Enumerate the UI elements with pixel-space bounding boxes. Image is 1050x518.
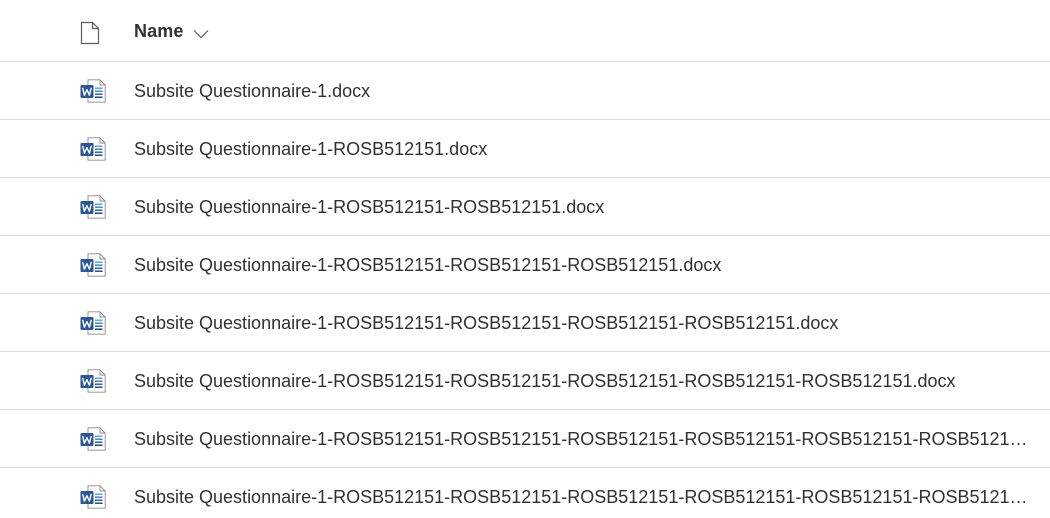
list-header: Name bbox=[0, 0, 1050, 62]
word-document-icon bbox=[80, 253, 106, 277]
file-list: Name Subsite Questionnaire-1.docx Subsit… bbox=[0, 0, 1050, 518]
document-outline-icon[interactable] bbox=[80, 21, 100, 45]
name-column-header[interactable]: Name bbox=[134, 0, 209, 62]
file-row[interactable]: Subsite Questionnaire-1-ROSB512151-ROSB5… bbox=[0, 352, 1050, 410]
file-row[interactable]: Subsite Questionnaire-1-ROSB512151-ROSB5… bbox=[0, 236, 1050, 294]
file-name[interactable]: Subsite Questionnaire-1-ROSB512151-ROSB5… bbox=[134, 468, 1032, 518]
file-name[interactable]: Subsite Questionnaire-1-ROSB512151-ROSB5… bbox=[134, 236, 1032, 294]
chevron-down-icon[interactable] bbox=[193, 26, 209, 39]
name-column-label: Name bbox=[134, 20, 184, 41]
file-name[interactable]: Subsite Questionnaire-1-ROSB512151.docx bbox=[134, 120, 1032, 178]
word-document-icon bbox=[80, 195, 106, 219]
file-row[interactable]: Subsite Questionnaire-1-ROSB512151.docx bbox=[0, 120, 1050, 178]
file-name[interactable]: Subsite Questionnaire-1-ROSB512151-ROSB5… bbox=[134, 294, 1032, 352]
file-row[interactable]: Subsite Questionnaire-1-ROSB512151-ROSB5… bbox=[0, 178, 1050, 236]
file-name[interactable]: Subsite Questionnaire-1-ROSB512151-ROSB5… bbox=[134, 410, 1032, 468]
file-name[interactable]: Subsite Questionnaire-1-ROSB512151-ROSB5… bbox=[134, 178, 1032, 236]
file-row[interactable]: Subsite Questionnaire-1.docx bbox=[0, 62, 1050, 120]
word-document-icon bbox=[80, 485, 106, 509]
file-row[interactable]: Subsite Questionnaire-1-ROSB512151-ROSB5… bbox=[0, 410, 1050, 468]
word-document-icon bbox=[80, 79, 106, 103]
word-document-icon bbox=[80, 369, 106, 393]
file-row[interactable]: Subsite Questionnaire-1-ROSB512151-ROSB5… bbox=[0, 294, 1050, 352]
file-name[interactable]: Subsite Questionnaire-1-ROSB512151-ROSB5… bbox=[134, 352, 1032, 410]
file-name[interactable]: Subsite Questionnaire-1.docx bbox=[134, 62, 1032, 120]
word-document-icon bbox=[80, 137, 106, 161]
word-document-icon bbox=[80, 311, 106, 335]
word-document-icon bbox=[80, 427, 106, 451]
file-row[interactable]: Subsite Questionnaire-1-ROSB512151-ROSB5… bbox=[0, 468, 1050, 518]
